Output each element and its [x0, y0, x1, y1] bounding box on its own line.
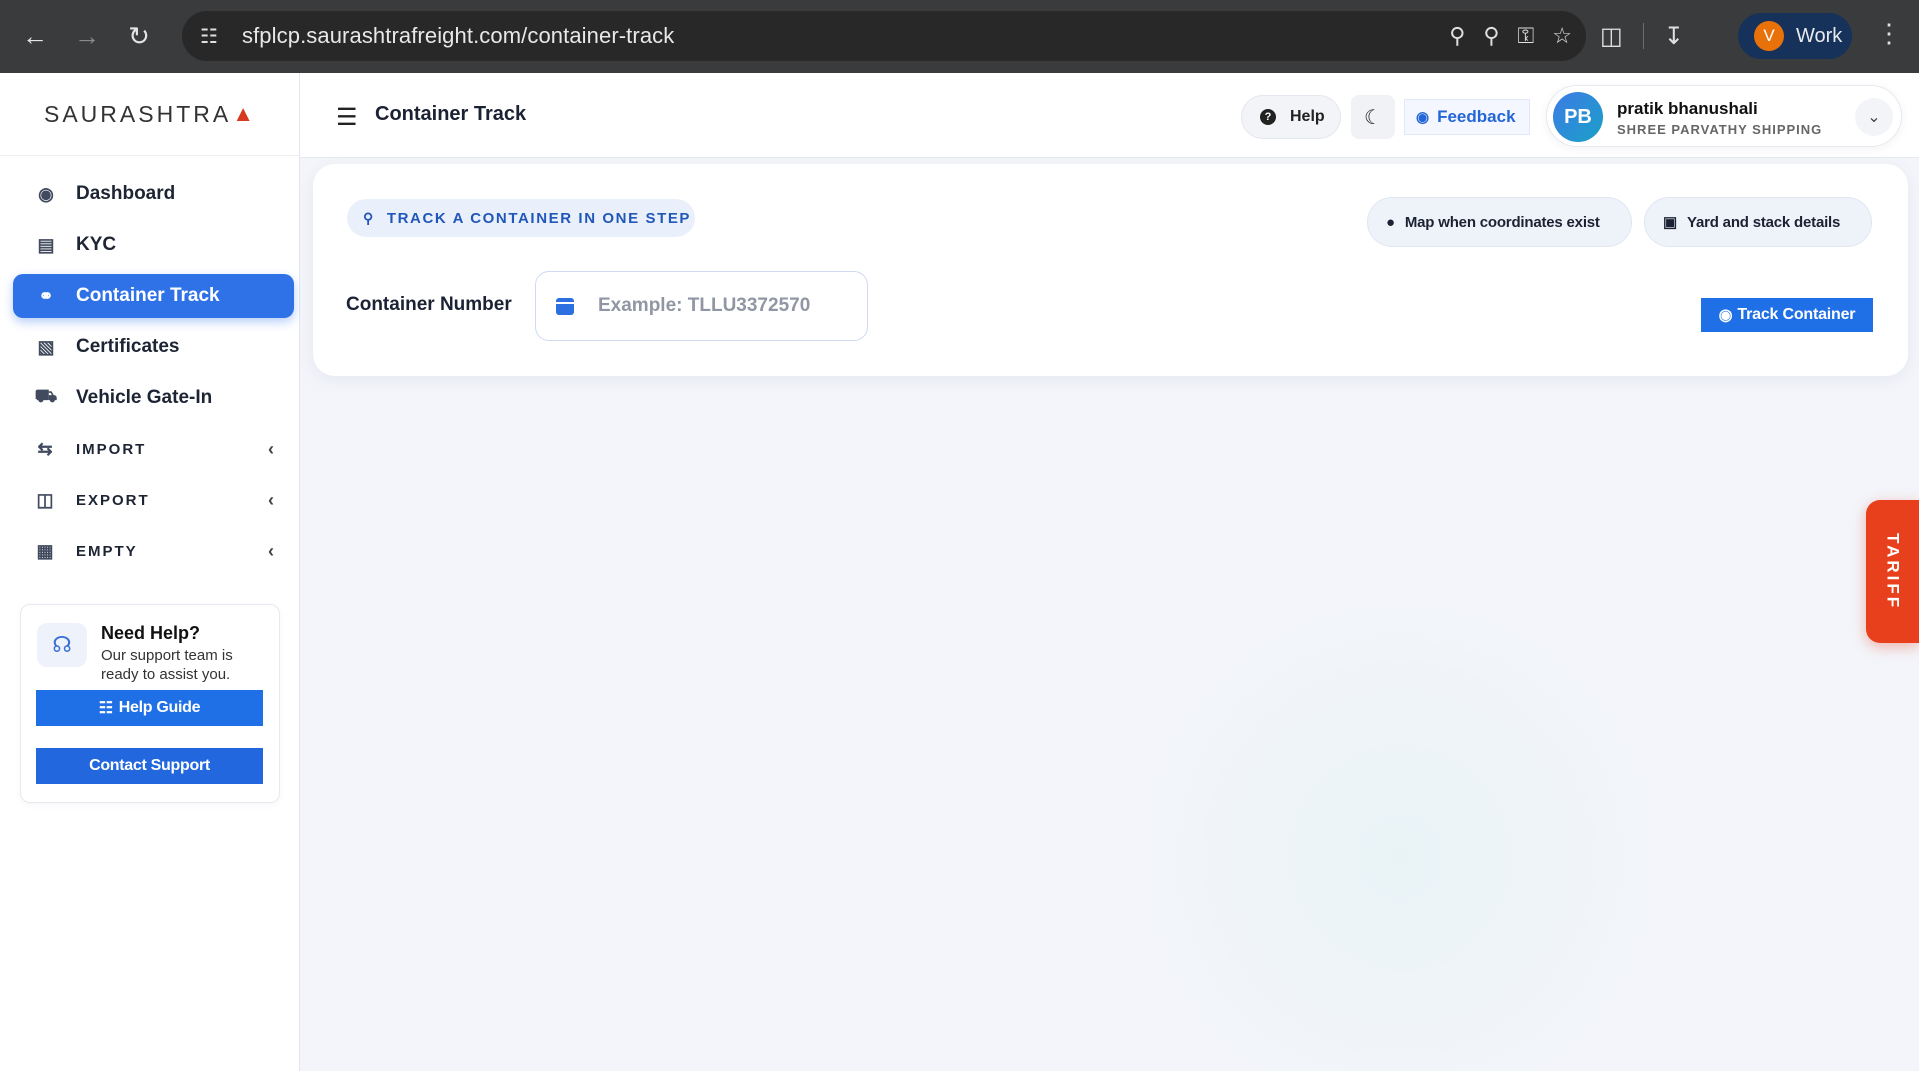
feature-map-label: Map when coordinates exist [1404, 213, 1600, 231]
sidebar-item-label: Vehicle Gate-In [76, 387, 213, 408]
boxes-icon: ▦ [36, 540, 56, 561]
user-company: SHREE PARVATHY SHIPPING [1617, 122, 1823, 137]
sidebar-item-label: Dashboard [76, 183, 176, 204]
container-number-label: Container Number [346, 294, 512, 315]
sidebar-group-label: EXPORT [76, 491, 150, 509]
profile-avatar: V [1754, 21, 1784, 51]
container-number-input[interactable] [598, 295, 858, 317]
chat-bubble-icon: ◉ [1416, 109, 1430, 126]
help-guide-label: Help Guide [118, 699, 201, 716]
moon-icon: ☾ [1364, 106, 1382, 129]
track-container-button[interactable]: ◉ Track Container [1701, 298, 1873, 332]
password-key-icon[interactable]: ⚿ [1518, 23, 1535, 49]
file-export-icon: ◫ [36, 489, 56, 510]
feature-map-pill: ● Map when coordinates exist [1367, 197, 1632, 247]
help-label: Help [1290, 108, 1325, 125]
track-container-label: Track Container [1737, 306, 1856, 323]
sidebar-group-label: EMPTY [76, 542, 138, 560]
feedback-label: Feedback [1437, 107, 1516, 126]
sidebar-item-vehicle-gate-in[interactable]: ⛟ Vehicle Gate-In [13, 376, 294, 420]
feature-yard-label: Yard and stack details [1686, 213, 1841, 231]
dashboard-icon: ◉ [38, 183, 54, 204]
question-icon: ? [1260, 109, 1276, 125]
track-badge-label: TRACK A CONTAINER IN ONE STEP [386, 209, 692, 227]
logo-text: SAURASHTRA [44, 100, 232, 127]
logo-triangle-icon: ▲ [232, 101, 257, 126]
headset-icon: ☊ [37, 623, 87, 667]
chevron-left-icon: ‹ [268, 438, 274, 459]
search-icon: ⚲ [363, 209, 375, 226]
profile-name: Work [1796, 24, 1843, 47]
toolbar-divider [1642, 23, 1644, 49]
top-header: ☰ Container Track ? Help ☾ ◉ Feedback PB… [300, 73, 1919, 158]
sidebar-item-label: KYC [76, 234, 117, 255]
location-pin-icon[interactable]: ⚲ [1449, 23, 1465, 49]
bookmark-star-icon[interactable]: ☆ [1552, 23, 1572, 49]
help-card-title: Need Help? [101, 623, 201, 643]
crosshair-icon: ◉ [1718, 307, 1733, 324]
chevron-down-icon[interactable]: ⌄ [1855, 98, 1893, 136]
extensions-icon[interactable]: ◫ [1600, 22, 1623, 51]
route-icon: ⚭ [38, 285, 54, 306]
zoom-icon[interactable]: ⚲ [1483, 23, 1499, 49]
sidebar-item-kyc[interactable]: ▤ KYC [13, 223, 294, 267]
avatar: PB [1553, 92, 1603, 142]
dark-mode-toggle[interactable]: ☾ [1351, 95, 1395, 139]
contact-support-label: Contact Support [89, 757, 210, 774]
sidebar-group-empty[interactable]: ▦ EMPTY ‹ [13, 529, 294, 573]
sidebar: SAURASHTRA ▲ ◉ Dashboard ▤ KYC ⚭ Containe… [0, 73, 300, 1071]
certificate-icon: ▧ [37, 336, 55, 357]
id-card-icon: ▤ [37, 234, 55, 255]
truck-icon: ⛟ [34, 386, 58, 406]
chevron-left-icon: ‹ [268, 540, 274, 561]
container-number-field[interactable] [535, 271, 868, 341]
track-badge: ⚲ TRACK A CONTAINER IN ONE STEP [347, 199, 695, 237]
sidebar-group-import[interactable]: ⇆ IMPORT ‹ [13, 427, 294, 471]
browser-profile-button[interactable]: V Work [1738, 13, 1852, 59]
sidebar-nav: ◉ Dashboard ▤ KYC ⚭ Container Track ▧ Ce… [0, 156, 299, 573]
warehouse-icon: ▣ [1663, 214, 1677, 231]
help-guide-button[interactable]: ☷ Help Guide [36, 690, 263, 726]
browser-toolbar: ← → ↻ ☷ sfplcp.saurashtrafreight.com/con… [0, 0, 1919, 73]
kebab-menu-icon[interactable]: ⋮ [1876, 18, 1902, 49]
download-icon[interactable]: ↧ [1664, 22, 1684, 51]
help-card-subtitle: Our support team is ready to assist you. [101, 647, 233, 683]
sidebar-item-label: Container Track [76, 285, 220, 306]
sidebar-item-dashboard[interactable]: ◉ Dashboard [13, 172, 294, 216]
url-text[interactable]: sfplcp.saurashtrafreight.com/container-t… [242, 23, 674, 49]
site-settings-icon[interactable]: ☷ [200, 24, 228, 49]
sidebar-item-label: Certificates [76, 336, 180, 357]
track-container-card: ⚲ TRACK A CONTAINER IN ONE STEP ● Map wh… [313, 164, 1908, 376]
help-card: ☊ Need Help? Our support team is ready t… [20, 604, 280, 803]
arrows-swap-icon: ⇆ [37, 438, 55, 459]
user-menu[interactable]: PB pratik bhanushali SHREE PARVATHY SHIP… [1546, 85, 1902, 147]
chevron-left-icon: ‹ [268, 489, 274, 510]
user-name: pratik bhanushali [1617, 99, 1758, 118]
contact-support-button[interactable]: Contact Support [36, 748, 263, 784]
calendar-icon [556, 297, 574, 315]
brand-logo[interactable]: SAURASHTRA ▲ [0, 73, 299, 156]
tariff-label: TARIFF [1883, 532, 1903, 611]
tariff-tab[interactable]: TARIFF [1866, 500, 1919, 643]
sidebar-group-label: IMPORT [76, 440, 147, 458]
sidebar-item-container-track[interactable]: ⚭ Container Track [13, 274, 294, 318]
help-button[interactable]: ? Help [1241, 95, 1341, 139]
feedback-button[interactable]: ◉ Feedback [1404, 99, 1530, 135]
map-pin-icon: ● [1386, 213, 1395, 231]
sidebar-item-certificates[interactable]: ▧ Certificates [13, 325, 294, 369]
hamburger-menu-icon[interactable]: ☰ [336, 103, 358, 132]
address-bar[interactable]: ☷ sfplcp.saurashtrafreight.com/container… [182, 11, 1586, 61]
sidebar-group-export[interactable]: ◫ EXPORT ‹ [13, 478, 294, 522]
forward-arrow-icon[interactable]: → [67, 17, 107, 57]
feature-yard-pill: ▣ Yard and stack details [1644, 197, 1872, 247]
back-arrow-icon[interactable]: ← [15, 17, 55, 57]
reload-icon[interactable]: ↻ [119, 17, 159, 57]
page-title: Container Track [375, 103, 527, 125]
book-icon: ☷ [98, 700, 113, 717]
